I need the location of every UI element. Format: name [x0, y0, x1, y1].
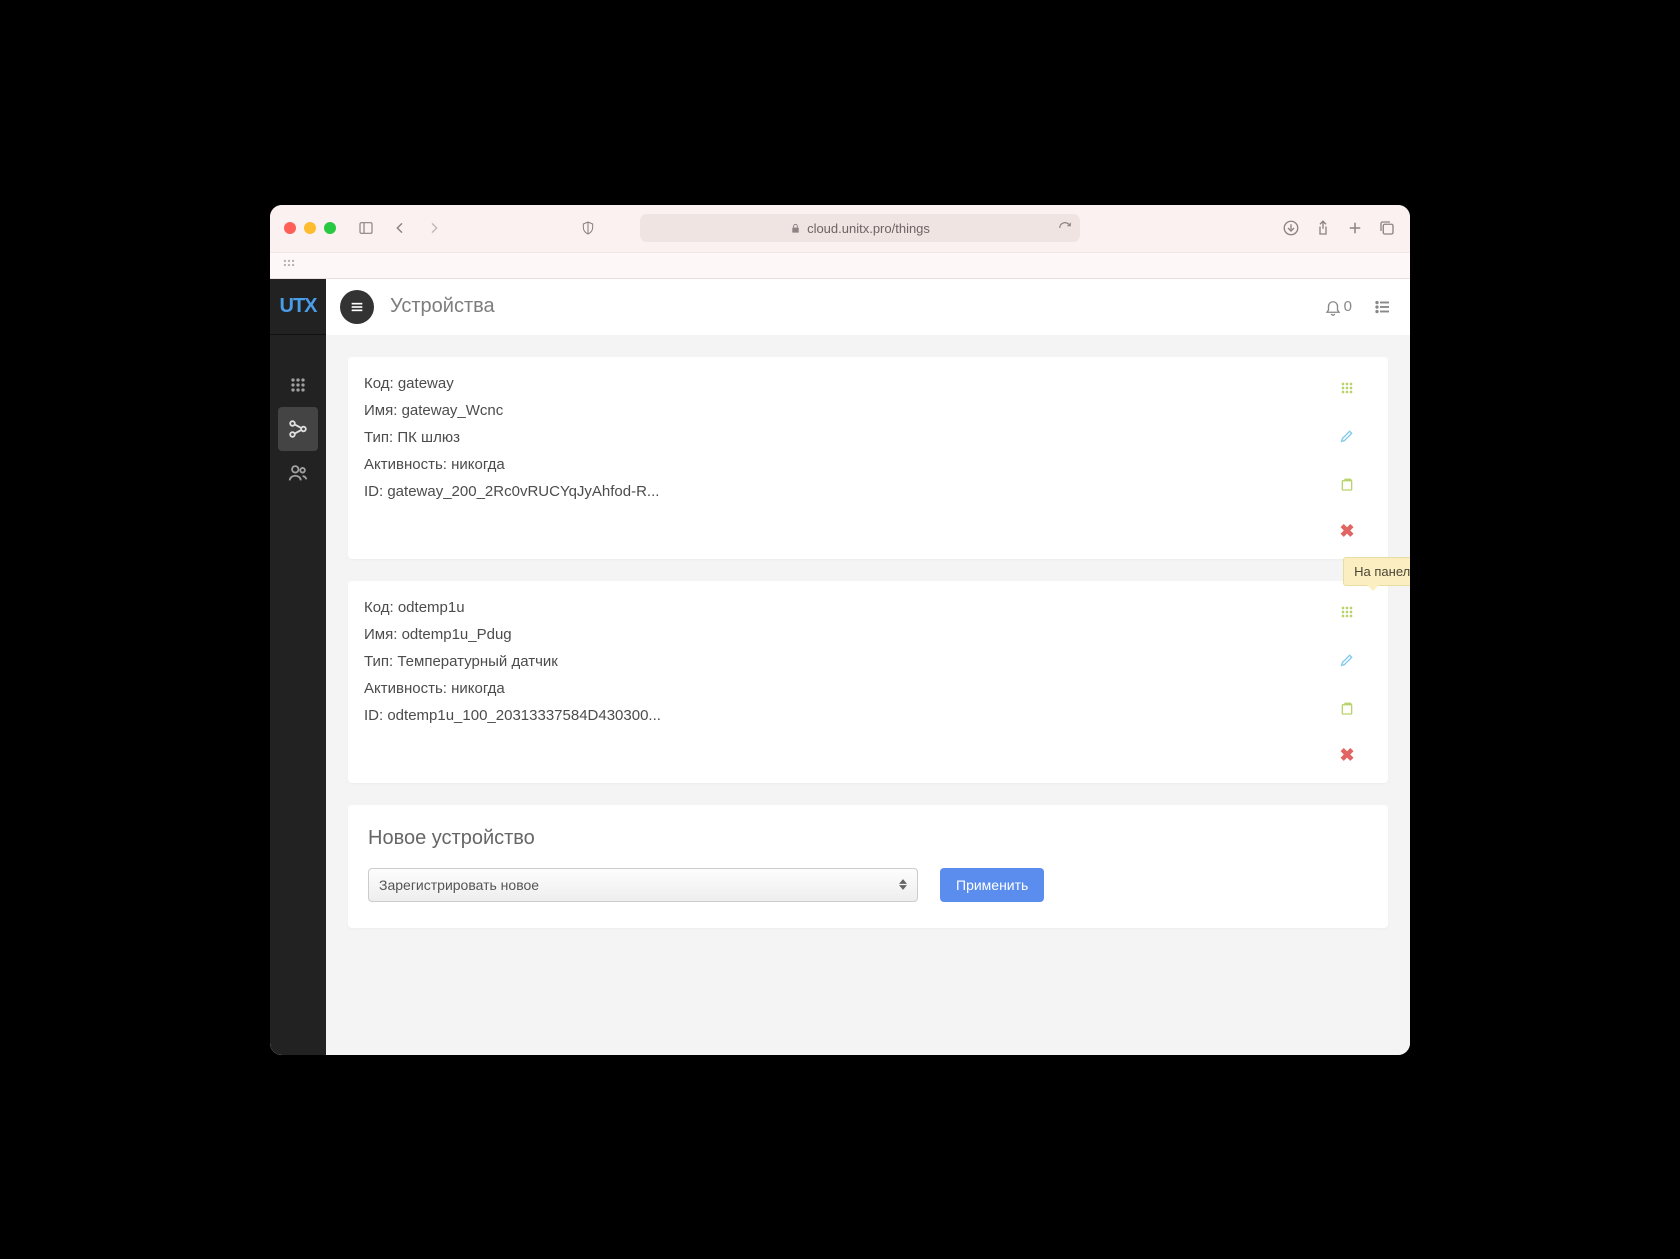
select-label: Зарегистрировать новое [379, 877, 539, 893]
content: Код: gateway Имя: gateway_Wcnc Тип: ПК ш… [326, 335, 1410, 950]
topbar: Устройства 0 [326, 279, 1410, 335]
forward-button[interactable] [422, 216, 446, 240]
menu-toggle-button[interactable] [340, 290, 374, 324]
page-title: Устройства [390, 295, 495, 318]
device-activity: Активность: никогда [364, 680, 1322, 697]
notifications-button[interactable]: 0 [1324, 298, 1352, 316]
copy-button[interactable] [1338, 699, 1356, 717]
to-panel-button[interactable] [1338, 379, 1356, 397]
downloads-button[interactable] [1282, 219, 1300, 237]
device-type: Тип: ПК шлюз [364, 429, 1322, 446]
notification-count: 0 [1344, 298, 1352, 315]
device-card: На панель Код: odtemp1u Имя: odtemp1u_Pd… [348, 581, 1388, 783]
device-activity: Активность: никогда [364, 456, 1322, 473]
close-window-button[interactable] [284, 222, 296, 234]
share-button[interactable] [1314, 219, 1332, 237]
device-id: ID: odtemp1u_100_20313337584D430300... [364, 707, 1322, 724]
shield-icon[interactable] [576, 216, 600, 240]
new-tab-button[interactable] [1346, 219, 1364, 237]
device-name: Имя: gateway_Wcnc [364, 402, 1322, 419]
edit-button[interactable] [1338, 651, 1356, 669]
browser-window: cloud.unitx.pro/things [270, 205, 1410, 1055]
maximize-window-button[interactable] [324, 222, 336, 234]
tabs-button[interactable] [1378, 219, 1396, 237]
tab-strip [270, 253, 1410, 279]
minimize-window-button[interactable] [304, 222, 316, 234]
device-type: Тип: Температурный датчик [364, 653, 1322, 670]
sidebar-item-users[interactable] [278, 451, 318, 495]
reload-button[interactable] [1058, 221, 1072, 235]
device-card: Код: gateway Имя: gateway_Wcnc Тип: ПК ш… [348, 357, 1388, 559]
sidebar-item-dashboard[interactable] [278, 363, 318, 407]
sidebar-toggle-button[interactable] [354, 216, 378, 240]
url-text: cloud.unitx.pro/things [807, 221, 930, 236]
device-code: Код: odtemp1u [364, 599, 1322, 616]
browser-chrome: cloud.unitx.pro/things [270, 205, 1410, 253]
sidebar: UTX [270, 279, 326, 1055]
device-id: ID: gateway_200_2Rc0vRUCYqJyAhfod-R... [364, 483, 1322, 500]
apply-button[interactable]: Применить [940, 868, 1044, 902]
delete-button[interactable]: ✖ [1338, 747, 1356, 765]
apps-grid-icon[interactable] [282, 258, 296, 272]
main: Устройства 0 Код: gateway Имя: [326, 279, 1410, 1055]
device-name: Имя: odtemp1u_Pdug [364, 626, 1322, 643]
tooltip: На панель [1343, 557, 1410, 586]
edit-button[interactable] [1338, 427, 1356, 445]
delete-button[interactable]: ✖ [1338, 523, 1356, 541]
new-device-card: Новое устройство Зарегистрировать новое … [348, 805, 1388, 928]
back-button[interactable] [388, 216, 412, 240]
select-caret-icon [899, 879, 907, 890]
copy-button[interactable] [1338, 475, 1356, 493]
address-bar[interactable]: cloud.unitx.pro/things [640, 214, 1080, 242]
app: UTX Устройства [270, 279, 1410, 1055]
list-view-button[interactable] [1374, 298, 1392, 316]
device-code: Код: gateway [364, 375, 1322, 392]
new-device-title: Новое устройство [368, 827, 1368, 850]
lock-icon [790, 223, 801, 234]
register-select[interactable]: Зарегистрировать новое [368, 868, 918, 902]
logo: UTX [270, 279, 326, 335]
to-panel-button[interactable] [1338, 603, 1356, 621]
window-controls [284, 222, 336, 234]
sidebar-item-devices[interactable] [278, 407, 318, 451]
